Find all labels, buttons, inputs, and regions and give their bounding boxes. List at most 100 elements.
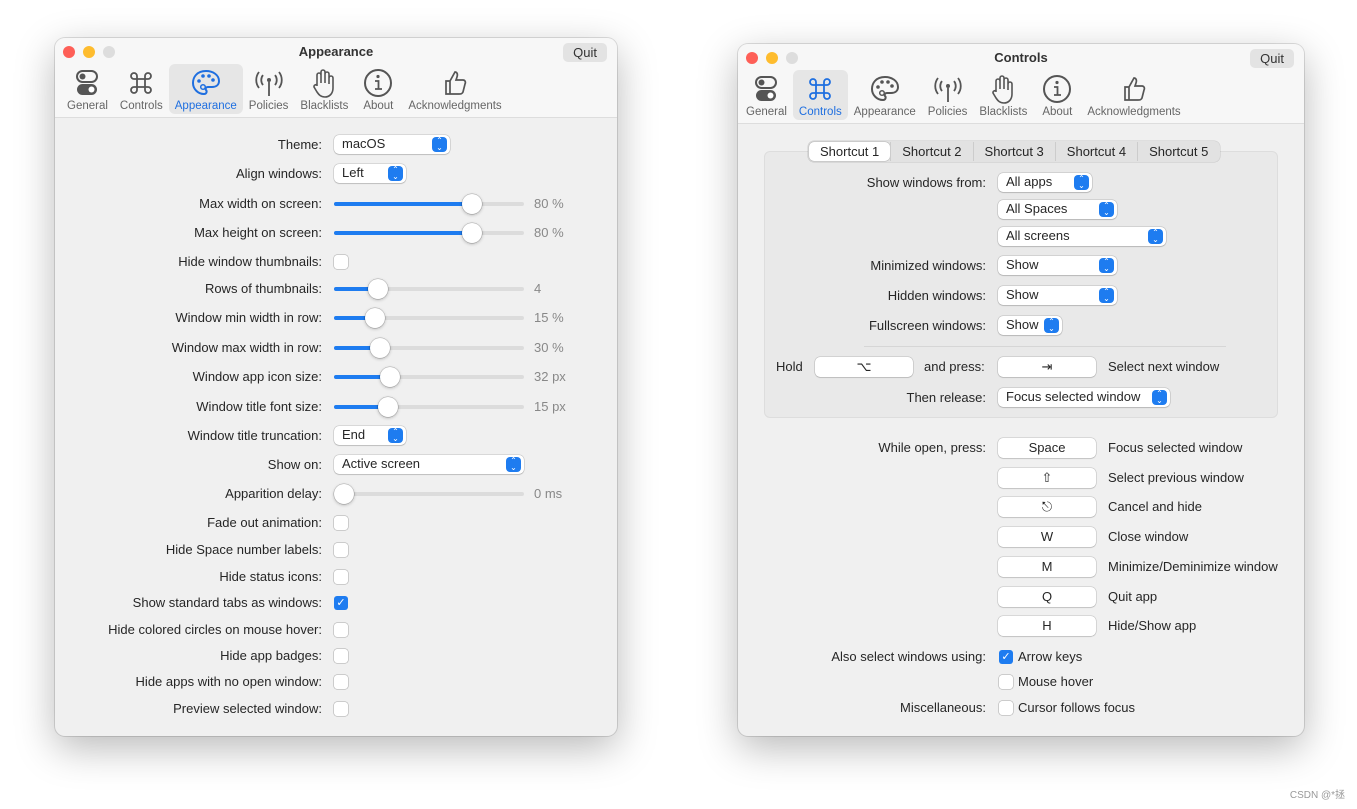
row-checkbox[interactable]	[334, 675, 348, 689]
tab-acknowledgments[interactable]: Acknowledgments	[402, 64, 507, 114]
row-checkbox[interactable]	[334, 702, 348, 716]
slider-knob[interactable]	[364, 308, 385, 328]
slider-knob[interactable]	[379, 367, 400, 387]
shortcut-key[interactable]: ⌥	[815, 357, 913, 377]
popup[interactable]: Show ⌃ ⌄	[998, 286, 1117, 305]
popup[interactable]: All apps ⌃ ⌄	[998, 173, 1092, 192]
row-slider[interactable]	[334, 397, 524, 417]
row-checkbox[interactable]: ✓	[334, 596, 348, 610]
shortcut-key[interactable]: Q	[998, 586, 1096, 607]
tab-label: Policies	[927, 106, 968, 118]
tab-label: About	[363, 100, 394, 112]
row-checkbox[interactable]	[334, 570, 348, 584]
row-label: Align windows:	[236, 166, 322, 181]
tab-blacklists[interactable]: Blacklists	[973, 70, 1033, 120]
slider-knob[interactable]	[461, 194, 482, 214]
popup[interactable]: Show ⌃ ⌄	[998, 316, 1062, 335]
shortcut-key[interactable]: ⇧	[998, 467, 1096, 488]
tab-policies[interactable]: Policies	[922, 70, 974, 120]
command-icon	[130, 72, 153, 94]
row-label: Max height on screen:	[194, 225, 322, 240]
checkbox[interactable]	[999, 675, 1013, 689]
info-icon	[364, 69, 393, 97]
quit-button[interactable]: Quit	[563, 43, 607, 62]
checkbox[interactable]: ✓	[999, 650, 1013, 664]
popup-value: Show	[1006, 287, 1039, 302]
shortcut-tab[interactable]: Shortcut 3	[972, 142, 1055, 161]
row-checkbox[interactable]	[334, 623, 348, 637]
tab-general[interactable]: General	[61, 64, 114, 114]
tab-general[interactable]: General	[740, 70, 793, 120]
tab-policies[interactable]: Policies	[243, 64, 295, 114]
popup-value: All Spaces	[1006, 201, 1068, 216]
shortcut-key[interactable]: W	[998, 527, 1096, 548]
thumbs-up-icon	[1124, 77, 1146, 101]
popup-value: Focus selected window	[1006, 389, 1141, 404]
appearance-window: Appearance Quit General Controls Appearanc…	[55, 38, 617, 736]
window-title: Appearance	[298, 44, 374, 59]
tab-controls[interactable]: Controls	[792, 70, 848, 120]
chevron-updown-icon: ⌃ ⌄	[1074, 175, 1089, 190]
shortcut-tab[interactable]: Shortcut 5	[1137, 142, 1219, 161]
slider-fill	[334, 375, 386, 379]
slider-knob[interactable]	[368, 279, 388, 299]
tab-controls[interactable]: Controls	[114, 64, 169, 114]
tab-appearance[interactable]: Appearance	[848, 70, 922, 120]
tab-about[interactable]: About	[354, 64, 402, 114]
text: Minimize/Deminimize window	[1108, 558, 1278, 574]
popup[interactable]: All screens ⌃ ⌄	[998, 227, 1166, 246]
row-popup[interactable]: End ⌃ ⌄	[334, 426, 406, 445]
row-popup[interactable]: Left ⌃ ⌄	[334, 164, 406, 183]
row-label: Miscellaneous:	[900, 700, 986, 715]
slider-knob[interactable]	[461, 223, 482, 243]
row-checkbox[interactable]	[334, 516, 348, 530]
popup-value: End	[342, 427, 366, 442]
checkbox[interactable]	[999, 701, 1013, 715]
popup[interactable]: Focus selected window ⌃ ⌄	[998, 388, 1170, 407]
tab-label: Controls	[119, 100, 163, 112]
row-popup[interactable]: macOS ⌃ ⌄	[334, 135, 450, 154]
popup[interactable]: Show ⌃ ⌄	[998, 256, 1117, 275]
slider-knob[interactable]	[369, 338, 390, 358]
shortcut-tab[interactable]: Shortcut 1	[809, 142, 891, 161]
row-label: Preview selected window:	[173, 701, 322, 716]
row-label: Max width on screen:	[199, 196, 322, 211]
popup-value: Left	[342, 165, 364, 180]
tab-blacklists[interactable]: Blacklists	[294, 64, 354, 114]
tab-acknowledgments[interactable]: Acknowledgments	[1081, 70, 1186, 120]
row-checkbox[interactable]	[334, 255, 348, 269]
row-slider[interactable]	[334, 194, 524, 214]
row-slider[interactable]	[334, 223, 524, 243]
shortcut-key[interactable]: Space	[998, 438, 1096, 458]
slider-knob[interactable]	[378, 397, 399, 417]
tab-about[interactable]: About	[1033, 70, 1081, 120]
row-slider[interactable]	[334, 367, 524, 387]
chevron-updown-icon: ⌃ ⌄	[1044, 318, 1059, 333]
row-slider[interactable]	[334, 338, 524, 358]
row-label: Hide window thumbnails:	[178, 254, 322, 269]
row-slider[interactable]	[334, 279, 524, 299]
row-checkbox[interactable]	[334, 649, 348, 663]
slider-knob[interactable]	[334, 484, 354, 504]
tab-appearance[interactable]: Appearance	[168, 64, 243, 114]
row-slider[interactable]	[334, 484, 524, 504]
chevron-updown-icon: ⌃ ⌄	[506, 457, 521, 472]
row-popup[interactable]: Active screen ⌃ ⌄	[334, 455, 524, 474]
shortcut-key[interactable]: ⇥	[998, 357, 1096, 377]
shortcut-key[interactable]: M	[998, 556, 1096, 577]
shortcut-key[interactable]: H	[998, 616, 1096, 637]
antenna-icon	[254, 71, 283, 96]
shortcut-tab[interactable]: Shortcut 2	[890, 142, 972, 161]
text: Mouse hover	[1018, 674, 1094, 689]
quit-button[interactable]: Quit	[1250, 49, 1294, 68]
row-label: Hide apps with no open window:	[135, 674, 322, 689]
row-label: Window app icon size:	[192, 369, 322, 384]
shortcut-tab[interactable]: Shortcut 4	[1054, 142, 1137, 161]
preferences-tabs: General Controls Appearance Policies Blackli…	[61, 64, 508, 114]
row-checkbox[interactable]	[334, 543, 348, 557]
shortcut-key[interactable]: ⎋	[998, 497, 1096, 518]
popup[interactable]: All Spaces ⌃ ⌄	[998, 200, 1117, 219]
controls-window: Controls Quit General Controls Appearance P…	[738, 44, 1304, 736]
row-slider[interactable]	[334, 308, 524, 328]
slider-fill	[334, 405, 384, 409]
